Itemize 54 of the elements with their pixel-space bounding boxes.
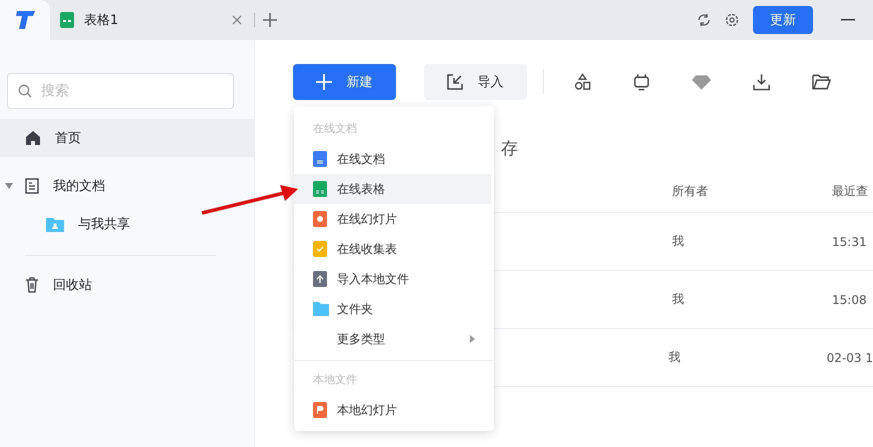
menu-group-title: 在线文档 — [312, 120, 358, 136]
new-button[interactable]: 新建 — [293, 64, 396, 100]
sidebar-item[interactable]: 与我共享 — [0, 205, 254, 243]
sidebar-item[interactable]: 我的文档 — [0, 167, 254, 205]
document-icon — [25, 178, 39, 194]
menu-item[interactable]: 在线幻灯片 — [294, 204, 491, 234]
table-cell-text: 我 — [672, 291, 685, 308]
diamond-icon[interactable] — [692, 74, 711, 90]
table-cell: 15:08 — [832, 292, 867, 306]
close-icon[interactable] — [232, 15, 242, 25]
spreadsheet-icon — [313, 181, 327, 197]
column-header: 最近查 — [832, 182, 868, 200]
import-icon — [447, 74, 464, 90]
menu-group-title: 本地文件 — [312, 372, 358, 388]
home-icon — [25, 130, 41, 146]
folder-icon[interactable] — [812, 74, 832, 90]
app-logo-icon — [14, 10, 36, 30]
plus-icon — [316, 74, 332, 90]
table-cell-text: 我 — [672, 233, 685, 250]
add-tab-icon[interactable] — [263, 13, 277, 27]
table-cell: 02-03 1 — [826, 350, 873, 364]
checklist-icon — [313, 241, 327, 257]
spreadsheet-icon — [60, 12, 74, 28]
expand-caret-icon[interactable] — [5, 183, 13, 189]
document-tab[interactable]: 表格1 — [50, 0, 254, 40]
section-heading: 存 — [501, 138, 519, 161]
column-header: 所有者 — [672, 182, 709, 200]
sidebar-item[interactable]: 回收站 — [0, 266, 254, 304]
menu-item[interactable]: 导入本地文件 — [294, 264, 491, 294]
sidebar-item[interactable]: 首页 — [0, 119, 254, 157]
upload-file-icon — [313, 271, 327, 287]
menu-item[interactable]: 本地幻灯片 — [294, 395, 491, 425]
trash-icon — [25, 277, 39, 293]
minimize-icon[interactable] — [841, 19, 855, 21]
table-cell-text: 我 — [668, 349, 682, 366]
slides-file-icon — [313, 211, 327, 227]
document-icon — [313, 151, 327, 167]
table-cell: 15:31 — [832, 234, 867, 248]
menu-item[interactable]: 更多类型 — [294, 324, 491, 354]
menu-item[interactable]: 在线收集表 — [294, 234, 491, 264]
presentation-file-icon — [313, 402, 327, 418]
search-field[interactable]: 搜索 — [7, 73, 234, 109]
menu-item[interactable]: 文件夹 — [294, 294, 491, 324]
import-button[interactable]: 导入 — [424, 64, 527, 100]
download-icon[interactable] — [753, 73, 770, 91]
tv-icon[interactable] — [632, 73, 650, 91]
shared-folder-icon — [46, 216, 64, 232]
settings-icon[interactable] — [725, 13, 739, 27]
menu-item[interactable]: 在线表格 — [294, 174, 491, 204]
shapes-icon[interactable] — [574, 73, 591, 91]
sync-icon[interactable] — [697, 13, 711, 27]
update-button[interactable]: 更新 — [753, 6, 813, 34]
folder-icon — [313, 302, 329, 316]
menu-item[interactable]: 在线文档 — [294, 144, 491, 174]
